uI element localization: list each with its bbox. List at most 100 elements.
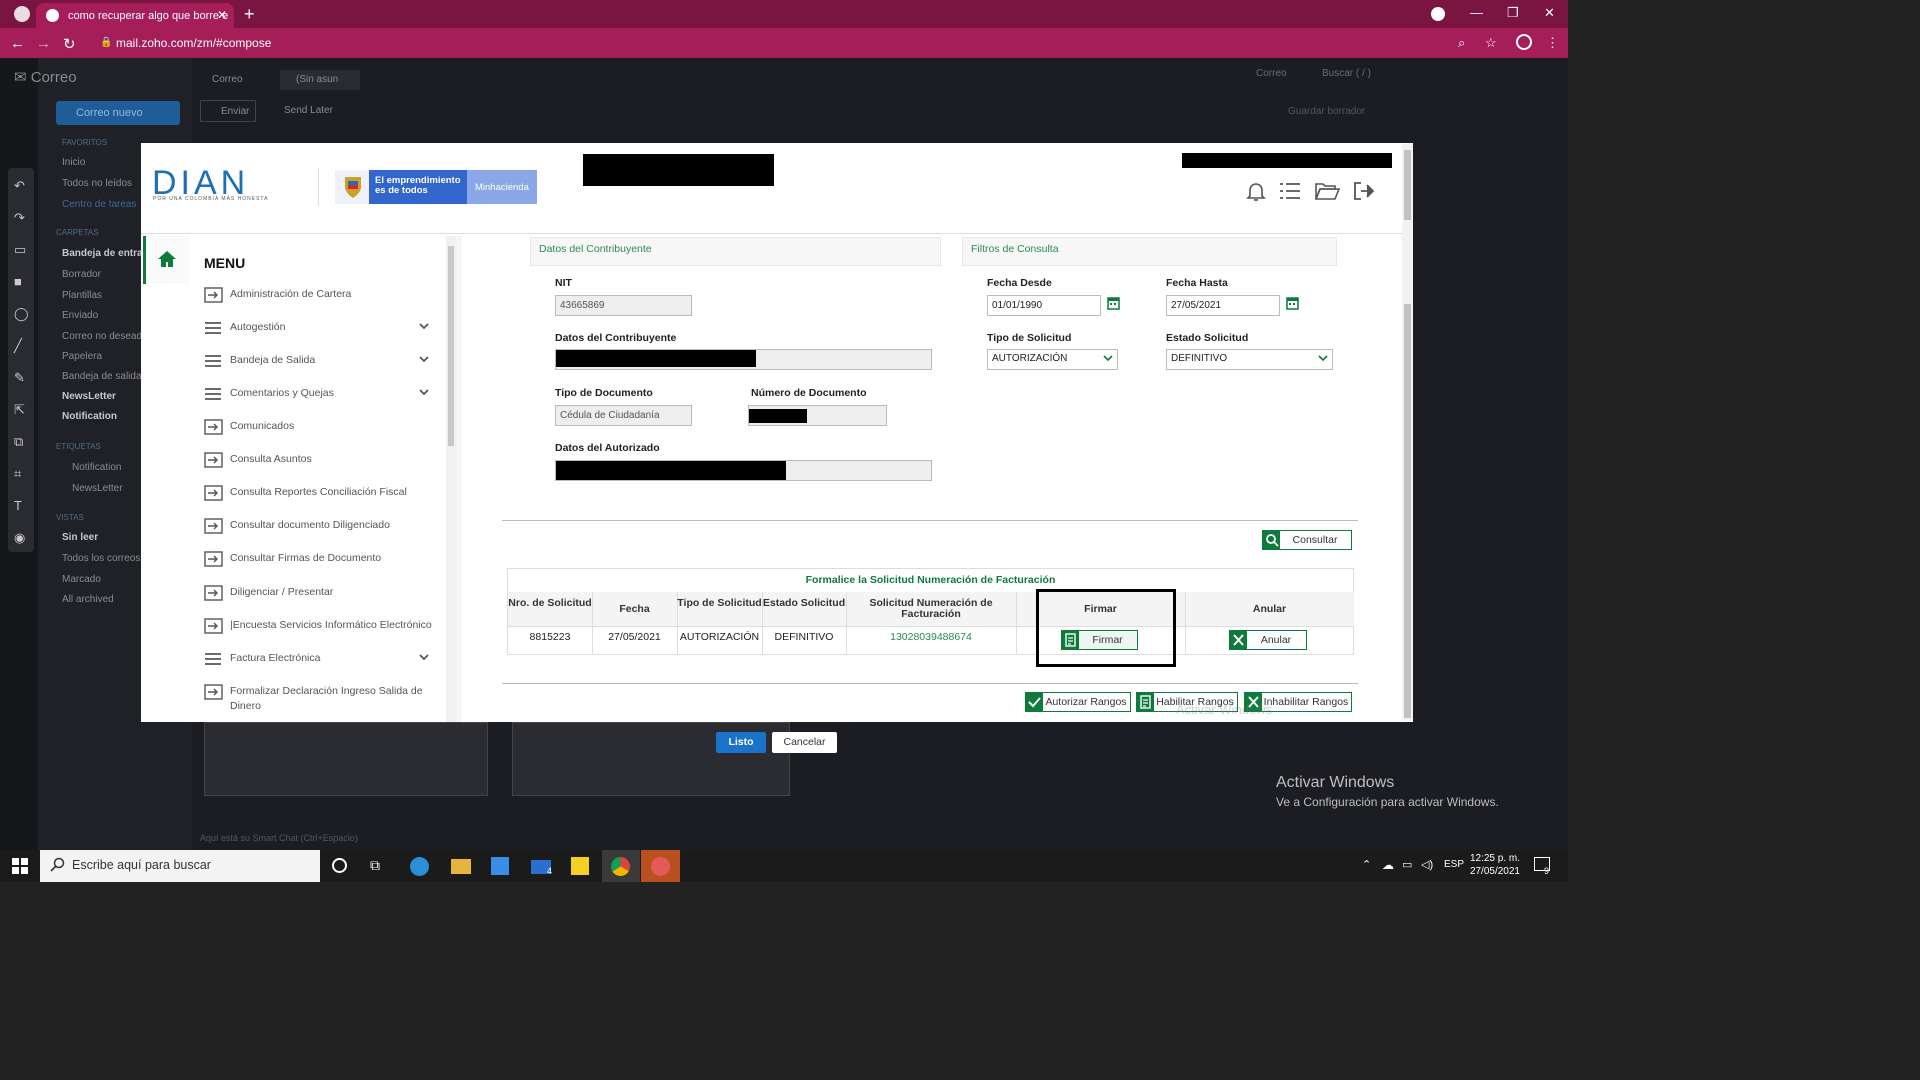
- close-window-icon[interactable]: ✕: [1544, 5, 1555, 21]
- numero-documento-field[interactable]: [748, 405, 887, 426]
- menu-item[interactable]: Diligenciar / Presentar: [204, 585, 440, 601]
- minimize-icon[interactable]: —: [1470, 5, 1483, 20]
- crop-icon[interactable]: ⌗: [14, 466, 21, 482]
- menu-item[interactable]: Comentarios y Quejas: [204, 386, 440, 401]
- pencil-icon[interactable]: ✎: [14, 370, 25, 386]
- search-scope[interactable]: Correo: [1256, 68, 1287, 79]
- folder-item[interactable]: Enviado: [62, 310, 98, 321]
- folder-item[interactable]: NewsLetter: [62, 391, 116, 402]
- reload-icon[interactable]: ↻: [63, 35, 76, 53]
- tab-close-icon[interactable]: ✕: [217, 8, 227, 22]
- taskbar-clock[interactable]: 12:25 p. m. 27/05/2021: [1464, 852, 1520, 878]
- bookmark-star-icon[interactable]: ☆: [1485, 35, 1497, 51]
- cell-solicitud-link[interactable]: 13028039488674: [846, 631, 1016, 643]
- send-button[interactable]: Enviar: [200, 100, 256, 122]
- ellipse-icon[interactable]: ◯: [14, 306, 29, 322]
- view-item[interactable]: Marcado: [62, 574, 101, 585]
- menu-item[interactable]: Bandeja de Salida: [204, 353, 440, 368]
- folder-item[interactable]: Plantillas: [62, 290, 102, 301]
- arrow-tool-icon[interactable]: ⇱: [14, 402, 25, 418]
- autorizar-rangos-button[interactable]: Autorizar Rangos: [1025, 692, 1131, 712]
- menu-item[interactable]: Formalizar Declaración Ingreso Salida de…: [204, 684, 440, 714]
- folder-item[interactable]: Notification: [62, 411, 117, 422]
- zoho-tab-correo[interactable]: Correo: [200, 72, 270, 90]
- network-icon[interactable]: ▭: [1402, 858, 1412, 871]
- new-mail-button[interactable]: Correo nuevo: [56, 101, 180, 125]
- nit-field[interactable]: 43665869: [555, 295, 692, 316]
- splitter[interactable]: [456, 236, 462, 722]
- line-icon[interactable]: ╱: [14, 338, 22, 354]
- filled-rectangle-icon[interactable]: ■: [14, 274, 22, 289]
- bell-icon[interactable]: [1245, 180, 1267, 202]
- store-icon[interactable]: [491, 857, 509, 875]
- profile-avatar-icon[interactable]: [1516, 34, 1532, 50]
- language-indicator[interactable]: ESP: [1444, 859, 1464, 870]
- fecha-hasta-input[interactable]: 27/05/2021: [1166, 295, 1280, 316]
- palette-icon[interactable]: ◉: [14, 530, 25, 546]
- estado-solicitud-select[interactable]: DEFINITIVO: [1166, 349, 1333, 370]
- folder-item[interactable]: Correo no deseado: [62, 331, 148, 342]
- fav-item[interactable]: Inicio: [62, 157, 85, 168]
- browser-tab[interactable]: como recuperar algo que borre e ✕: [36, 3, 234, 28]
- chevron-down-icon[interactable]: [418, 651, 430, 663]
- fecha-desde-input[interactable]: 01/01/1990: [987, 295, 1101, 316]
- edge-icon[interactable]: [410, 857, 429, 876]
- folder-item[interactable]: Borrador: [62, 269, 101, 280]
- tag-item[interactable]: Notification: [72, 462, 121, 473]
- tray-chevron-icon[interactable]: ⌃: [1362, 858, 1371, 871]
- cancelar-button[interactable]: Cancelar: [772, 732, 837, 753]
- task-view-icon[interactable]: ⧉: [370, 857, 390, 875]
- chevron-down-icon[interactable]: [418, 353, 430, 365]
- copy-tool-icon[interactable]: ⧉: [14, 434, 23, 450]
- back-icon[interactable]: ←: [10, 35, 25, 52]
- anular-button[interactable]: Anular: [1229, 630, 1307, 650]
- tipo-solicitud-select[interactable]: AUTORIZACIÓN: [987, 349, 1118, 370]
- logout-icon[interactable]: [1352, 180, 1376, 202]
- view-item[interactable]: All archived: [62, 594, 114, 605]
- rectangle-icon[interactable]: ▭: [14, 242, 26, 258]
- chevron-down-icon[interactable]: [418, 386, 430, 398]
- cortana-icon[interactable]: [332, 858, 347, 873]
- file-explorer-icon[interactable]: [451, 859, 471, 874]
- home-icon[interactable]: [157, 250, 177, 268]
- folder-item[interactable]: Bandeja de salida: [62, 371, 142, 382]
- menu-scrollbar[interactable]: [446, 236, 456, 722]
- calendar-icon[interactable]: [1107, 296, 1120, 310]
- attachment-thumbnail[interactable]: [204, 722, 488, 796]
- menu-item[interactable]: Consulta Asuntos: [204, 452, 440, 468]
- fav-item[interactable]: Todos no leídos: [62, 178, 132, 189]
- taskbar-search-input[interactable]: Escribe aquí para buscar: [40, 850, 320, 882]
- browser-profile-icon[interactable]: [14, 6, 30, 22]
- onedrive-icon[interactable]: ☁: [1382, 858, 1394, 872]
- sticky-notes-icon[interactable]: [571, 857, 589, 875]
- browser-menu-icon[interactable]: [1431, 7, 1445, 21]
- consultar-button[interactable]: Consultar: [1262, 530, 1352, 550]
- datos-contribuyente-field[interactable]: [555, 349, 932, 370]
- datos-autorizado-field[interactable]: [555, 460, 932, 481]
- menu-item[interactable]: |Encuesta Servicios Informático Electrón…: [204, 618, 440, 634]
- menu-item[interactable]: Factura Electrónica: [204, 651, 440, 666]
- volume-icon[interactable]: ◁): [1421, 858, 1433, 871]
- windows-start-icon[interactable]: [12, 858, 28, 874]
- folder-item[interactable]: Papelera: [62, 351, 102, 362]
- folder-open-icon[interactable]: [1314, 180, 1340, 202]
- menu-item[interactable]: Consulta Reportes Conciliación Fiscal: [204, 485, 440, 501]
- menu-item[interactable]: Administración de Cartera: [204, 287, 440, 303]
- menu-item[interactable]: Consultar Firmas de Documento: [204, 551, 440, 567]
- undo-icon[interactable]: ↶: [14, 178, 25, 194]
- calendar-icon[interactable]: [1286, 296, 1299, 310]
- zoho-search-input[interactable]: Buscar ( / ): [1322, 68, 1371, 79]
- fav-item[interactable]: Centro de tareas: [62, 199, 137, 210]
- modal-scrollbar[interactable]: [1402, 144, 1413, 721]
- zoom-icon[interactable]: ⌕: [1458, 35, 1465, 51]
- checklist-icon[interactable]: [1278, 180, 1302, 202]
- menu-item[interactable]: Comunicados: [204, 419, 440, 435]
- text-tool-icon[interactable]: T: [14, 498, 22, 513]
- new-tab-button[interactable]: +: [244, 4, 255, 25]
- menu-item[interactable]: Consultar documento Diligenciado: [204, 518, 440, 534]
- chevron-down-icon[interactable]: [418, 320, 430, 332]
- tag-item[interactable]: NewsLetter: [72, 483, 123, 494]
- url-field[interactable]: 🔒 mail.zoho.com/zm/#compose: [96, 34, 1486, 52]
- send-later-button[interactable]: Send Later: [270, 105, 333, 116]
- restore-icon[interactable]: ❐: [1507, 5, 1519, 21]
